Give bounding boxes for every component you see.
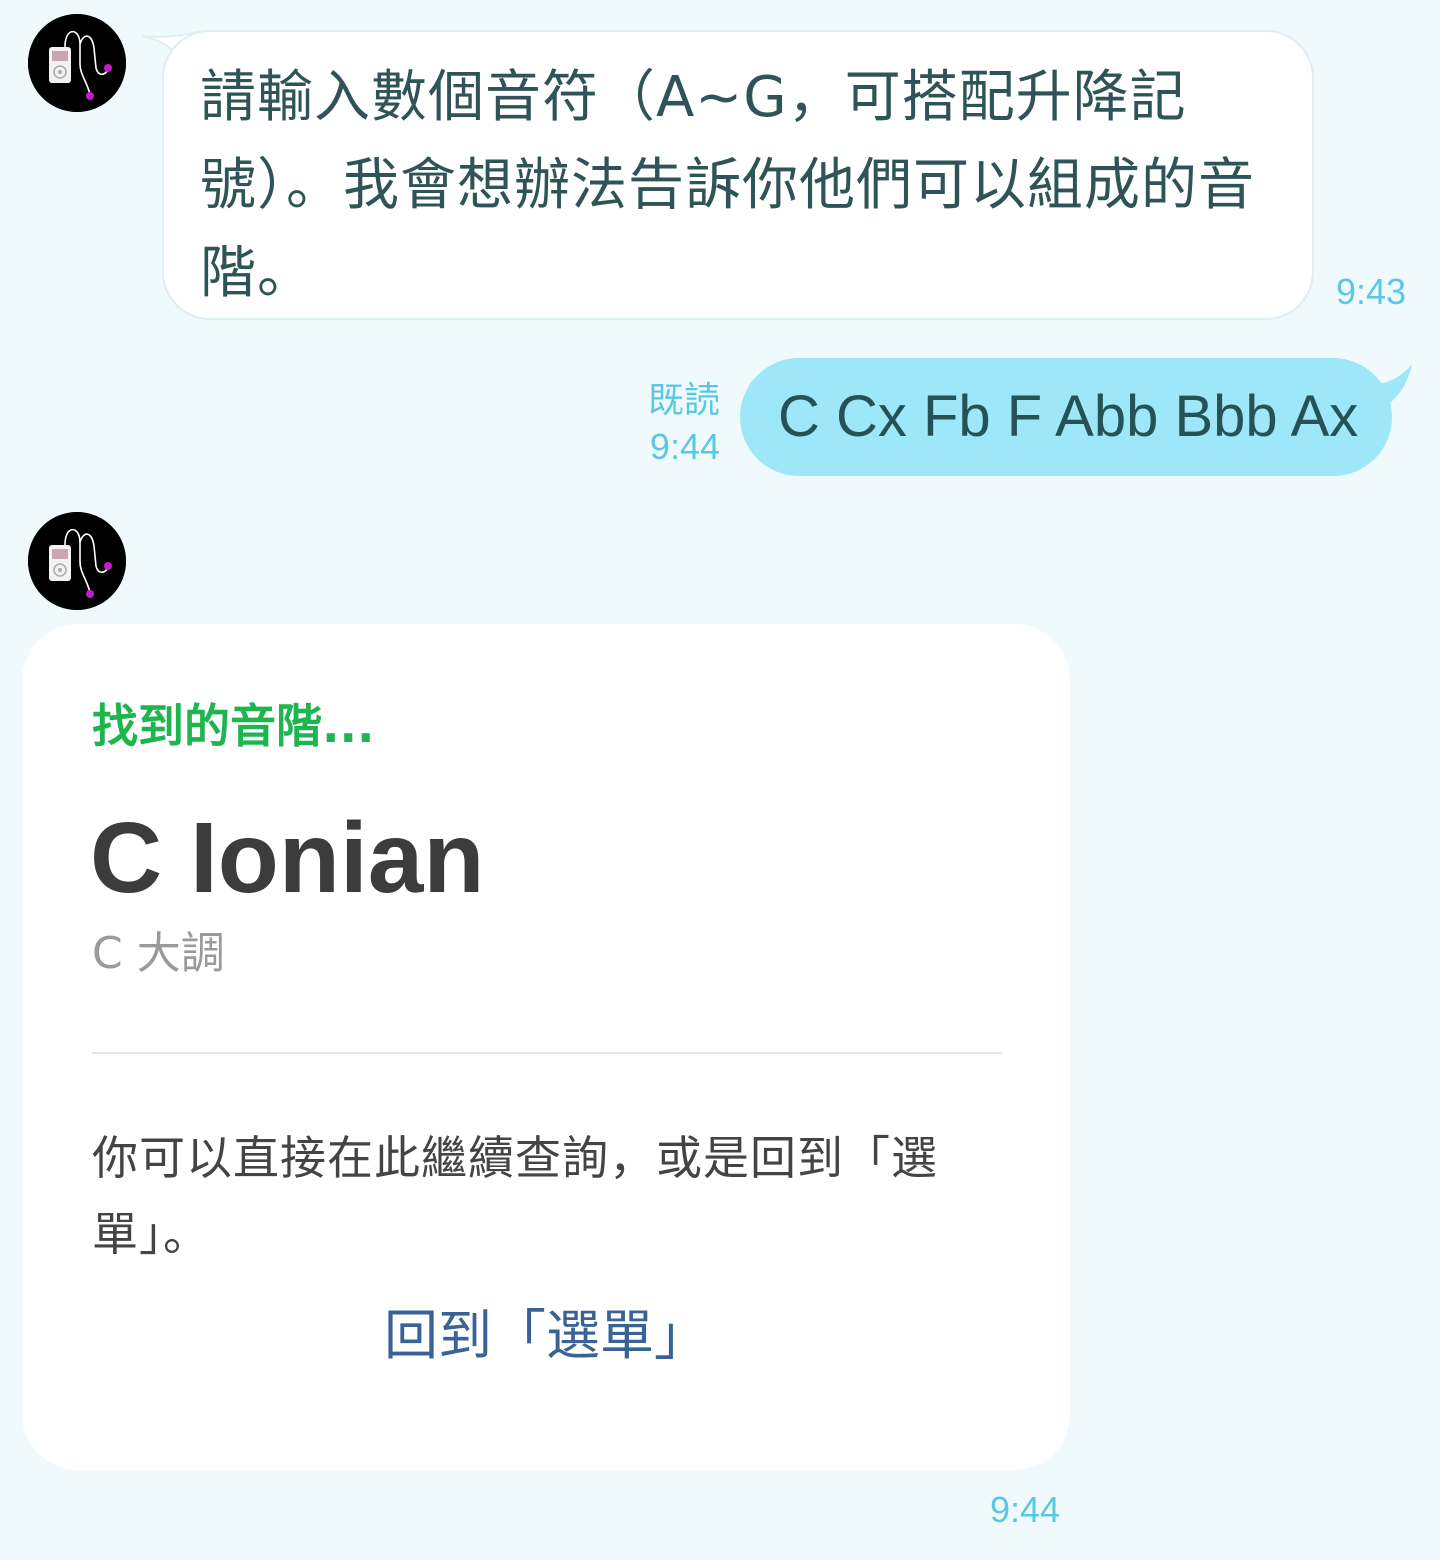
bot-message-bubble[interactable]: 請輸入數個音符（A~G，可搭配升降記號）。我會想辦法告訴你他們可以組成的音階。 xyxy=(162,30,1314,320)
message-timestamp: 9:44 xyxy=(649,426,720,467)
bot-avatar[interactable] xyxy=(28,512,126,610)
read-label: 既読 xyxy=(647,380,720,421)
bot-avatar[interactable] xyxy=(28,14,126,112)
user-message-text: C Cx Fb F Abb Bbb Ax xyxy=(778,384,1359,449)
message-timestamp: 9:43 xyxy=(1336,271,1407,312)
message-timestamp: 9:44 xyxy=(990,1489,1061,1530)
card-body-text: 你可以直接在此繼續查詢，或是回到「選單」。 xyxy=(92,1131,938,1261)
scale-subtitle: C 大調 xyxy=(92,928,225,979)
divider xyxy=(92,1052,1002,1054)
card-heading: 找到的音階... xyxy=(92,699,375,753)
ipod-earphones-icon xyxy=(28,14,126,112)
scale-result-card: 找到的音階... C Ionian C 大調 你可以直接在此繼續查詢，或是回到「… xyxy=(22,624,1070,1470)
ipod-earphones-icon xyxy=(28,512,126,610)
read-receipt: 既読 9:44 xyxy=(600,378,720,470)
bot-message-text: 請輸入數個音符（A~G，可搭配升降記號）。我會想辦法告訴你他們可以組成的音階。 xyxy=(200,65,1255,306)
user-message-bubble[interactable]: C Cx Fb F Abb Bbb Ax xyxy=(740,358,1392,476)
scale-name: C Ionian xyxy=(90,802,485,914)
back-to-menu-button[interactable]: 回到「選單」 xyxy=(22,1300,1070,1372)
